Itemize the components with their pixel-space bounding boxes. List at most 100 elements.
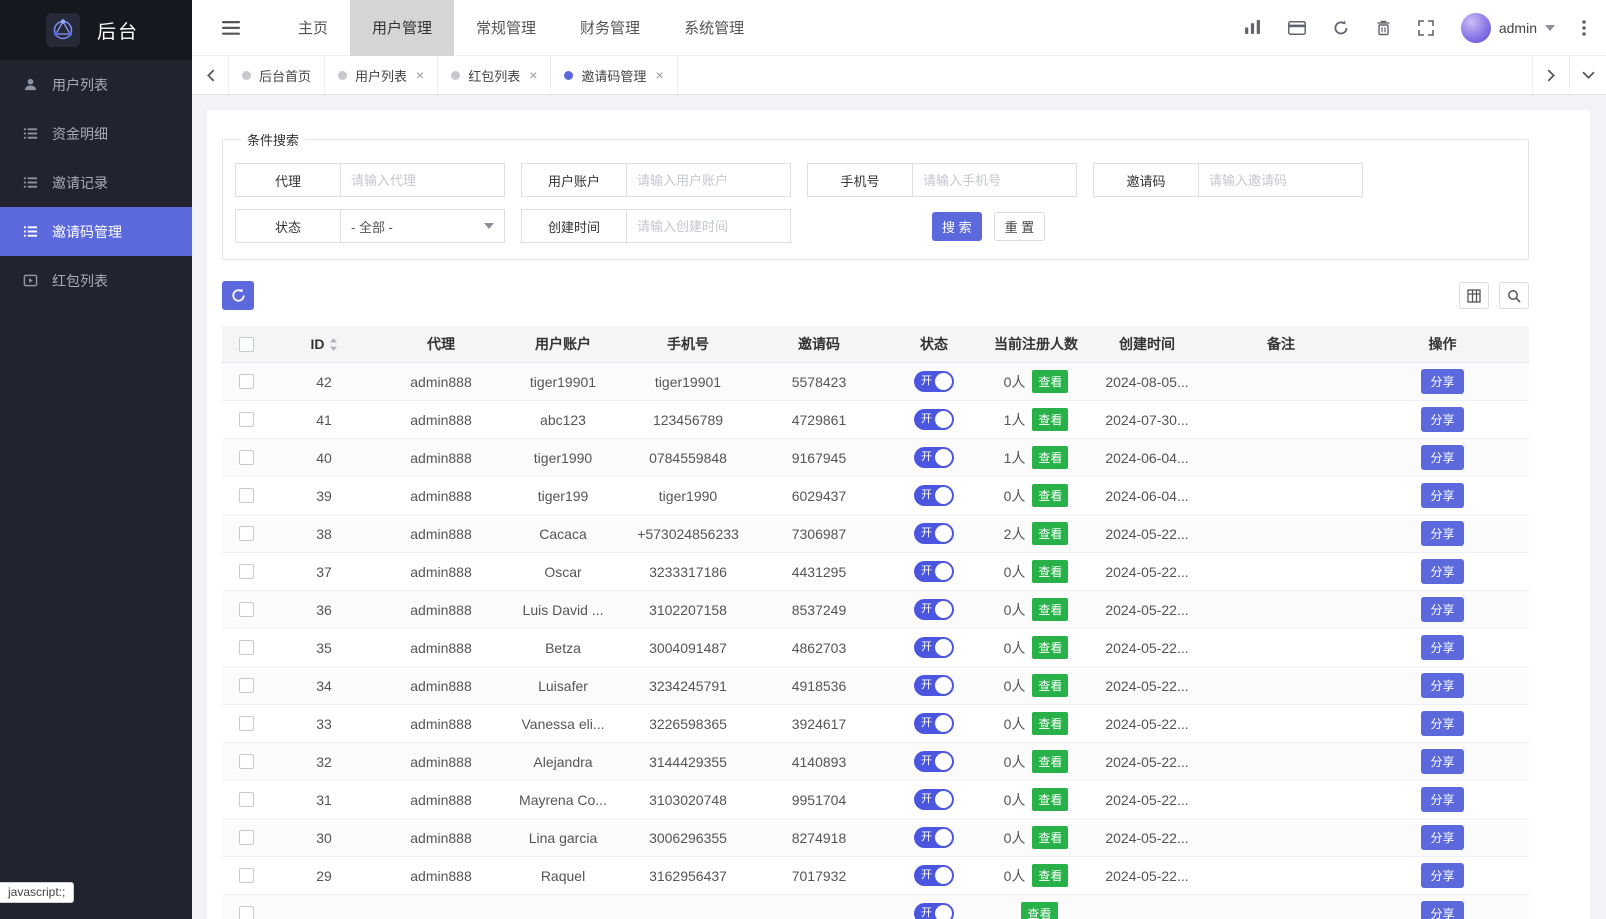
tab-dashboard[interactable]: 后台首页 — [229, 56, 325, 94]
nav-item-user-management[interactable]: 用户管理 — [350, 0, 454, 56]
view-button[interactable]: 查看 — [1021, 902, 1057, 919]
status-toggle[interactable]: 开 — [914, 751, 954, 772]
tab-user-list[interactable]: 用户列表 × — [325, 56, 438, 94]
share-button[interactable]: 分享 — [1421, 825, 1463, 850]
refresh-button[interactable] — [222, 281, 254, 310]
share-button[interactable]: 分享 — [1421, 901, 1463, 919]
agent-input[interactable] — [341, 163, 505, 197]
share-button[interactable]: 分享 — [1421, 483, 1463, 508]
view-button[interactable]: 查看 — [1032, 370, 1068, 393]
row-checkbox[interactable] — [239, 602, 254, 617]
share-button[interactable]: 分享 — [1421, 749, 1463, 774]
tab-close-icon[interactable]: × — [655, 68, 663, 82]
phone-input[interactable] — [913, 163, 1077, 197]
row-checkbox[interactable] — [239, 906, 254, 919]
status-toggle[interactable]: 开 — [914, 371, 954, 392]
view-button[interactable]: 查看 — [1032, 408, 1068, 431]
sidebar-item-red-packet-list[interactable]: 红包列表 — [0, 256, 192, 305]
share-button[interactable]: 分享 — [1421, 407, 1463, 432]
share-button[interactable]: 分享 — [1421, 445, 1463, 470]
sort-icon[interactable] — [329, 338, 338, 351]
status-select[interactable]: - 全部 - — [341, 209, 505, 243]
tab-close-icon[interactable]: × — [416, 68, 424, 82]
nav-item-finance-management[interactable]: 财务管理 — [558, 0, 662, 56]
row-checkbox[interactable] — [239, 412, 254, 427]
tab-invite-code-management[interactable]: 邀请码管理 × — [551, 56, 677, 94]
created-input[interactable] — [627, 209, 791, 243]
sidebar-item-invite-code-management[interactable]: 邀请码管理 — [0, 207, 192, 256]
search-toggle-button[interactable] — [1499, 282, 1529, 309]
view-button[interactable]: 查看 — [1032, 788, 1068, 811]
status-toggle[interactable]: 开 — [914, 903, 954, 919]
status-toggle[interactable]: 开 — [914, 561, 954, 582]
column-header-id[interactable]: ID — [270, 326, 378, 362]
share-button[interactable]: 分享 — [1421, 787, 1463, 812]
share-button[interactable]: 分享 — [1421, 369, 1463, 394]
status-toggle[interactable]: 开 — [914, 789, 954, 810]
view-button[interactable]: 查看 — [1032, 522, 1068, 545]
nav-item-general-management[interactable]: 常规管理 — [454, 0, 558, 56]
view-button[interactable]: 查看 — [1032, 560, 1068, 583]
view-button[interactable]: 查看 — [1032, 636, 1068, 659]
card-icon[interactable] — [1288, 21, 1306, 35]
share-button[interactable]: 分享 — [1421, 673, 1463, 698]
view-button[interactable]: 查看 — [1032, 484, 1068, 507]
row-checkbox[interactable] — [239, 564, 254, 579]
nav-item-system-management[interactable]: 系统管理 — [662, 0, 766, 56]
share-button[interactable]: 分享 — [1421, 559, 1463, 584]
row-checkbox[interactable] — [239, 754, 254, 769]
tabs-scroll-left-button[interactable] — [192, 56, 229, 94]
row-checkbox[interactable] — [239, 830, 254, 845]
status-toggle[interactable]: 开 — [914, 865, 954, 886]
sidebar-item-fund-details[interactable]: 资金明细 — [0, 109, 192, 158]
share-button[interactable]: 分享 — [1421, 597, 1463, 622]
view-button[interactable]: 查看 — [1032, 750, 1068, 773]
share-button[interactable]: 分享 — [1421, 711, 1463, 736]
search-button[interactable]: 搜 索 — [932, 212, 982, 241]
row-checkbox[interactable] — [239, 450, 254, 465]
tabs-scroll-right-button[interactable] — [1532, 56, 1569, 94]
fullscreen-icon[interactable] — [1418, 20, 1434, 36]
tab-close-icon[interactable]: × — [529, 68, 537, 82]
share-button[interactable]: 分享 — [1421, 863, 1463, 888]
row-checkbox[interactable] — [239, 526, 254, 541]
trash-icon[interactable] — [1376, 20, 1391, 36]
reset-button[interactable]: 重 置 — [994, 212, 1046, 241]
share-button[interactable]: 分享 — [1421, 635, 1463, 660]
more-vertical-icon[interactable] — [1582, 20, 1586, 36]
view-button[interactable]: 查看 — [1032, 446, 1068, 469]
tab-red-packet-list[interactable]: 红包列表 × — [438, 56, 551, 94]
status-toggle[interactable]: 开 — [914, 447, 954, 468]
tabs-collapse-button[interactable] — [1569, 56, 1606, 94]
view-button[interactable]: 查看 — [1032, 674, 1068, 697]
row-checkbox[interactable] — [239, 678, 254, 693]
row-checkbox[interactable] — [239, 640, 254, 655]
row-checkbox[interactable] — [239, 792, 254, 807]
view-button[interactable]: 查看 — [1032, 598, 1068, 621]
select-all-checkbox[interactable] — [239, 337, 254, 352]
view-button[interactable]: 查看 — [1032, 864, 1068, 887]
sidebar-item-invite-records[interactable]: 邀请记录 — [0, 158, 192, 207]
row-checkbox[interactable] — [239, 488, 254, 503]
menu-toggle-icon[interactable] — [222, 21, 240, 35]
row-checkbox[interactable] — [239, 374, 254, 389]
status-toggle[interactable]: 开 — [914, 485, 954, 506]
share-button[interactable]: 分享 — [1421, 521, 1463, 546]
view-button[interactable]: 查看 — [1032, 826, 1068, 849]
status-toggle[interactable]: 开 — [914, 523, 954, 544]
status-toggle[interactable]: 开 — [914, 713, 954, 734]
status-toggle[interactable]: 开 — [914, 599, 954, 620]
columns-toggle-button[interactable] — [1459, 282, 1489, 309]
refresh-icon[interactable] — [1333, 20, 1349, 36]
chart-icon[interactable] — [1244, 19, 1261, 36]
code-input[interactable] — [1199, 163, 1363, 197]
status-toggle[interactable]: 开 — [914, 409, 954, 430]
nav-item-home[interactable]: 主页 — [276, 0, 350, 56]
sidebar-item-user-list[interactable]: 用户列表 — [0, 60, 192, 109]
row-checkbox[interactable] — [239, 868, 254, 883]
status-toggle[interactable]: 开 — [914, 637, 954, 658]
status-toggle[interactable]: 开 — [914, 675, 954, 696]
row-checkbox[interactable] — [239, 716, 254, 731]
user-menu[interactable]: admin — [1461, 13, 1555, 43]
view-button[interactable]: 查看 — [1032, 712, 1068, 735]
